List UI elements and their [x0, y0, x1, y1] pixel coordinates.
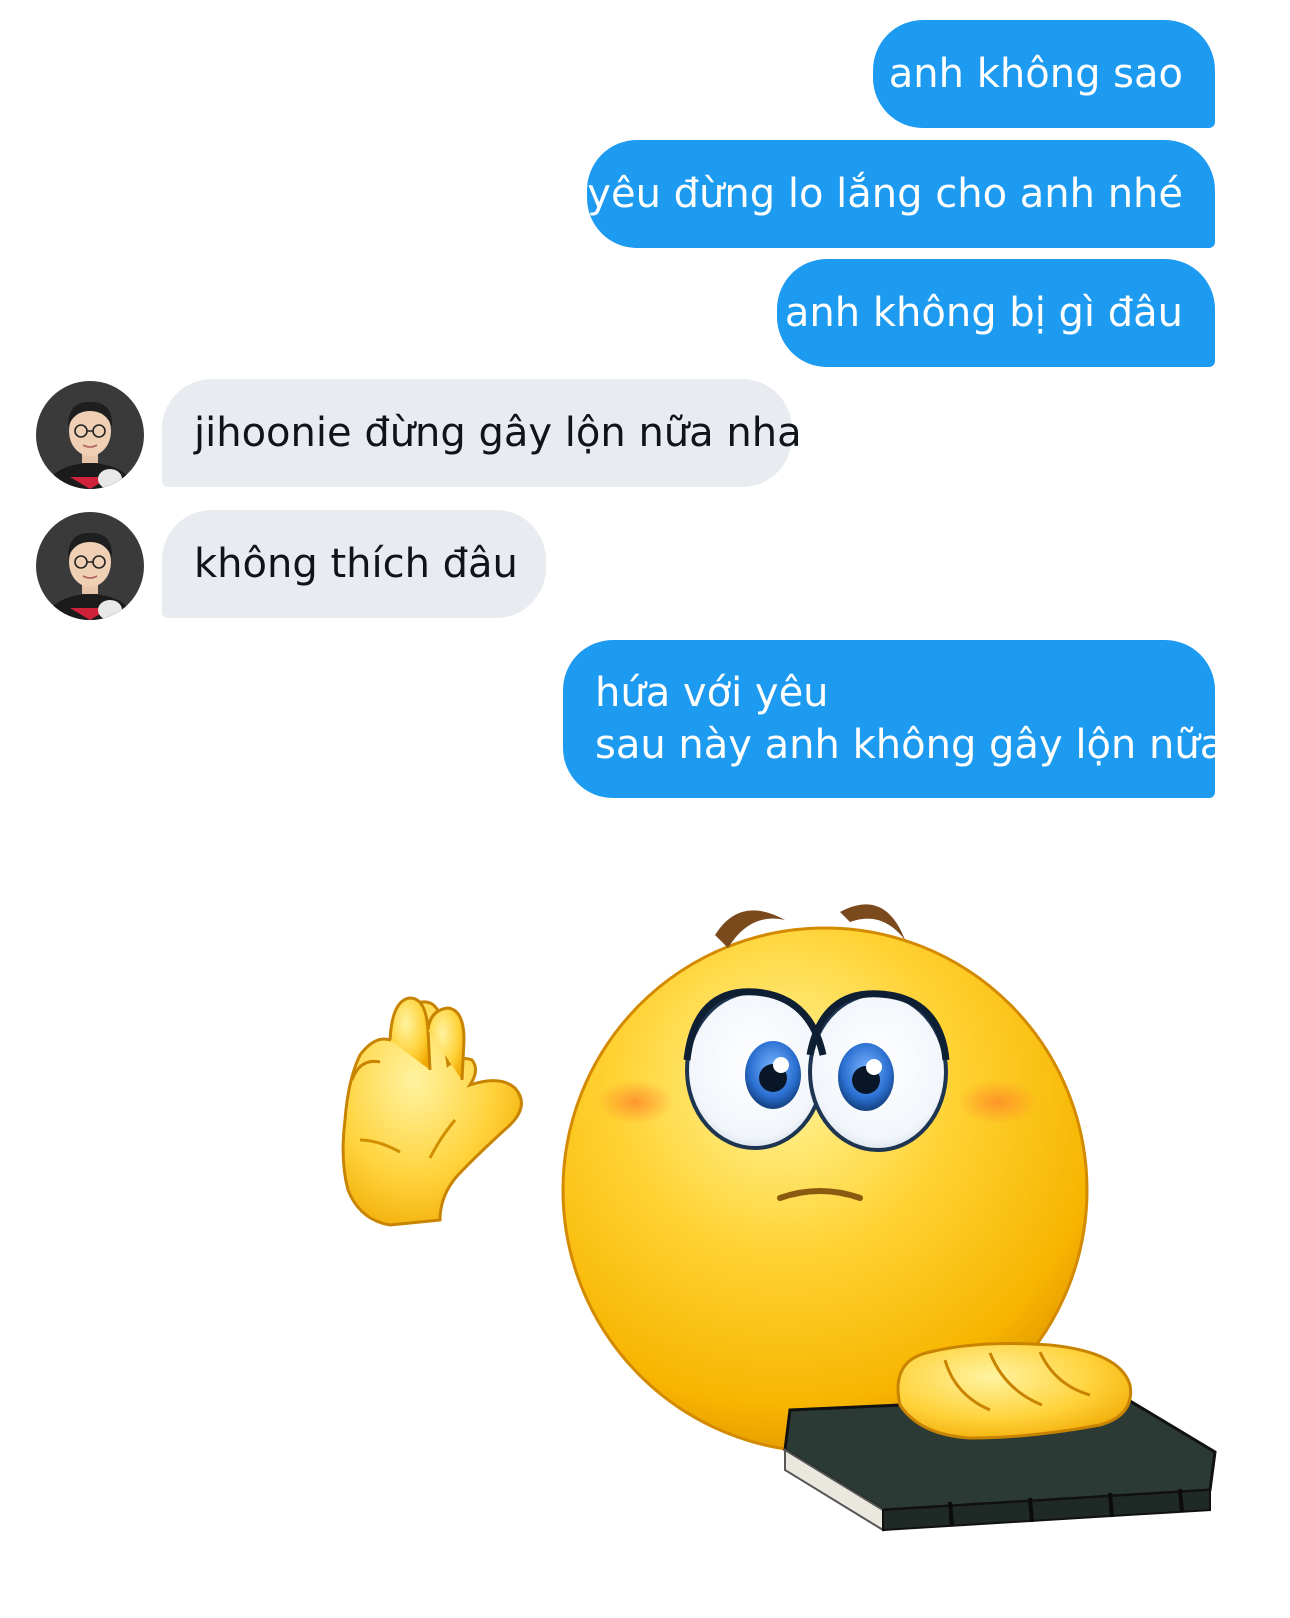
message-text-line: sau này anh không gây lộn nữa: [595, 722, 1225, 768]
outgoing-message-bubble[interactable]: anh không sao: [873, 20, 1215, 128]
outgoing-message-bubble[interactable]: anh không bị gì đâu: [777, 259, 1215, 367]
avatar[interactable]: [36, 512, 144, 620]
incoming-message-bubble[interactable]: jihoonie đừng gây lộn nữa nha: [162, 379, 802, 487]
outgoing-message-bubble[interactable]: hứa với yêu sau này anh không gây lộn nữ…: [563, 640, 1224, 798]
message-text: anh không bị gì đâu: [784, 290, 1183, 336]
avatar-image: [36, 512, 144, 620]
avatar-image: [36, 381, 144, 489]
message-text: jihoonie đừng gây lộn nữa nha: [194, 410, 802, 456]
promise-emoji-sticker[interactable]: [330, 890, 1270, 1590]
message-text: không thích đâu: [194, 541, 518, 587]
message-text-line: hứa với yêu: [595, 670, 829, 716]
outgoing-message-bubble[interactable]: yêu đừng lo lắng cho anh nhé: [587, 140, 1215, 248]
message-text: anh không sao: [888, 51, 1183, 97]
emoji-sticker-icon: [341, 904, 1217, 1532]
avatar[interactable]: [36, 381, 144, 489]
message-text: yêu đừng lo lắng cho anh nhé: [587, 171, 1183, 217]
incoming-message-bubble[interactable]: không thích đâu: [162, 510, 546, 618]
